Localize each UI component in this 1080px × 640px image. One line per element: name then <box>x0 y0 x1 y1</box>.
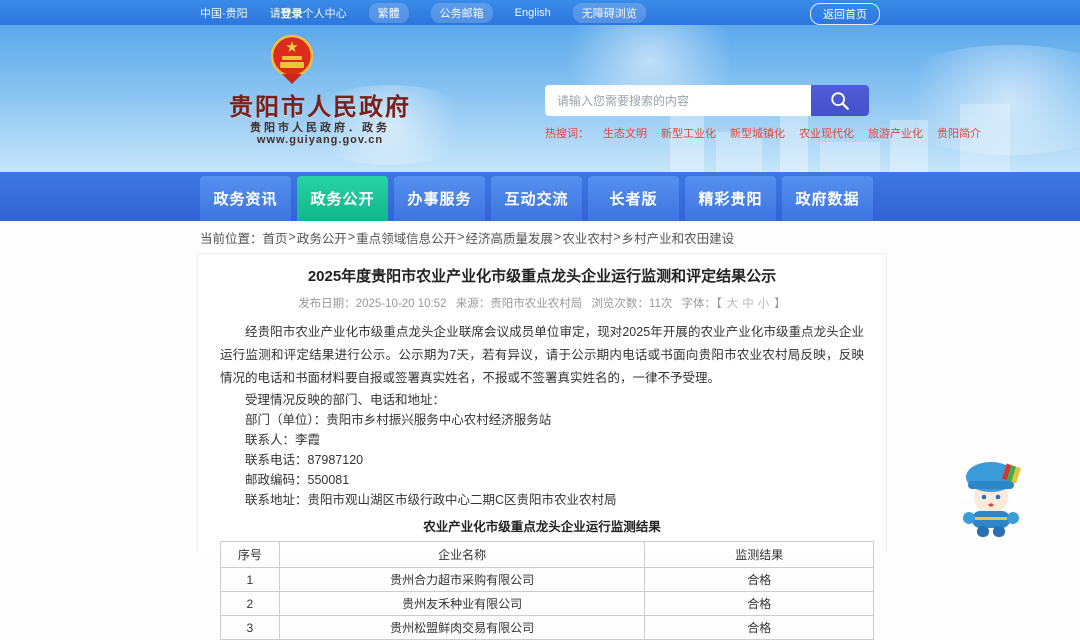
cell-serial: 3 <box>220 615 280 640</box>
cell-result: 合格 <box>644 567 874 592</box>
nav-tab-jingcai-guiyang[interactable]: 精彩贵阳 <box>685 176 776 221</box>
article-paragraph: 经贵阳市农业产业化市级重点龙头企业联席会议成员单位审定，现对2025年开展的农业… <box>220 325 864 385</box>
search-icon <box>831 91 849 110</box>
header-company-name: 企业名称 <box>278 541 646 568</box>
cell-serial: 1 <box>220 567 280 592</box>
contact-department-line: 部门（单位）：贵阳市乡村振兴服务中心农村经济服务站 <box>245 413 552 427</box>
link-traditional-chinese[interactable]: 繁體 <box>368 2 409 23</box>
article-body: 经贵阳市农业产业化市级重点龙头企业联席会议成员单位审定，现对2025年开展的农业… <box>220 321 874 640</box>
site-title: 贵阳市人民政府 <box>229 94 411 121</box>
monitoring-result-table: 序号 企业名称 监测结果 1 贵州合力超市采购有限公司 合格 2 贵州友禾种业有… <box>220 541 874 640</box>
postal-code-line: 邮政编码：550081 <box>245 473 350 487</box>
breadcrumb-zhengwu-gongkai[interactable]: 政务公开 <box>297 228 347 247</box>
back-to-home-button[interactable]: 返回首页 <box>810 3 880 25</box>
login-prefix: 请 <box>269 7 281 20</box>
link-china-guiyang[interactable]: 中国·贵阳 <box>200 5 248 21</box>
link-accessibility[interactable]: 无障碍浏览 <box>572 2 646 23</box>
font-size-large-button[interactable]: 大 <box>727 298 739 310</box>
breadcrumb-zhongdian-lingyu[interactable]: 重点领域信息公开 <box>356 228 456 247</box>
breadcrumb-separator: > <box>613 230 621 244</box>
contact-phone-line: 联系电话：87987120 <box>245 453 364 467</box>
national-emblem-icon: ★ <box>270 34 314 84</box>
search-input[interactable] <box>545 85 811 116</box>
breadcrumb-jingji-fazhan[interactable]: 经济高质量发展 <box>466 228 554 247</box>
cell-company: 贵州松盟鲜肉交易有限公司 <box>278 615 646 640</box>
hot-word[interactable]: 新型城镇化 <box>730 125 785 141</box>
breadcrumb-nongye-nongcun[interactable]: 农业农村 <box>562 228 612 247</box>
font-size-medium-button[interactable]: 中 <box>742 298 754 310</box>
cell-result: 合格 <box>644 615 874 640</box>
site-url: www.guiyang.gov.cn <box>256 134 384 146</box>
font-size-small-button[interactable]: 小 <box>758 298 770 310</box>
breadcrumb: 当前位置： 首页 > 政务公开 > 重点领域信息公开 > 经济高质量发展 > 农… <box>0 221 1080 253</box>
hot-word[interactable]: 旅游产业化 <box>868 125 923 141</box>
hot-word[interactable]: 农业现代化 <box>799 125 854 141</box>
breadcrumb-separator: > <box>288 230 296 244</box>
login-suffix: 个人中心 <box>302 7 347 20</box>
article-meta: 发布日期：2025-10-20 10:52 来源：贵阳市农业农村局 浏览次数：1… <box>220 295 864 311</box>
login-label[interactable]: 登录 <box>281 8 303 20</box>
link-english[interactable]: English <box>515 7 551 19</box>
font-size-label: 字体：【 <box>681 298 722 310</box>
breadcrumb-separator: > <box>554 230 562 244</box>
nav-tab-zhangzheban[interactable]: 长者版 <box>588 176 679 221</box>
table-row: 1 贵州合力超市采购有限公司 合格 <box>220 567 874 592</box>
contact-intro-line: 受理情况反映的部门、电话和地址： <box>245 393 446 407</box>
nav-tab-zhengwu-zixun[interactable]: 政务资讯 <box>200 176 291 221</box>
cell-company: 贵州友禾种业有限公司 <box>278 591 646 616</box>
mascot-assistant-icon[interactable] <box>952 453 1030 539</box>
header-serial-number: 序号 <box>220 541 280 568</box>
hot-search-row: 热搜词： 生态文明 新型工业化 新型城镇化 农业现代化 旅游产业化 贵阳简介 <box>545 125 981 141</box>
table-header-row: 序号 企业名称 监测结果 <box>220 541 874 568</box>
hot-word[interactable]: 贵阳简介 <box>937 125 981 141</box>
link-official-mail[interactable]: 公务邮箱 <box>430 2 493 23</box>
cell-serial: 2 <box>220 591 280 616</box>
breadcrumb-separator: > <box>347 230 356 244</box>
nav-tab-zhengwu-gongkai[interactable]: 政务公开 <box>297 176 388 221</box>
publish-date: 发布日期：2025-10-20 10:52 <box>298 298 447 310</box>
article-source: 来源：贵阳市农业农村局 <box>455 298 583 310</box>
header-banner: ★ 贵阳市人民政府 贵阳市人民政府．政务 www.guiyang.gov.cn … <box>0 25 1080 172</box>
table-caption: 农业产业化市级重点龙头企业运行监测结果 <box>423 520 661 534</box>
header-monitor-result: 监测结果 <box>644 541 874 568</box>
main-navigation: 政务资讯 政务公开 办事服务 互动交流 长者版 精彩贵阳 政府数据 <box>0 172 1080 221</box>
search-area: 热搜词： 生态文明 新型工业化 新型城镇化 农业现代化 旅游产业化 贵阳简介 <box>545 85 981 141</box>
link-login-personal-center[interactable]: 请登录个人中心 <box>270 5 347 21</box>
breadcrumb-home[interactable]: 首页 <box>263 228 288 247</box>
hot-word[interactable]: 生态文明 <box>603 125 647 141</box>
svg-text:★: ★ <box>285 39 298 56</box>
table-row: 3 贵州松盟鲜肉交易有限公司 合格 <box>220 615 874 640</box>
top-utility-bar: 中国·贵阳 请登录个人中心 繁體 公务邮箱 English 无障碍浏览 返回首页 <box>0 0 1080 25</box>
nav-tab-zhengfu-shuju[interactable]: 政府数据 <box>782 176 873 221</box>
contact-address-line: 联系地址：贵阳市观山湖区市级行政中心二期C区贵阳市农业农村局 <box>245 493 617 507</box>
contact-person-line: 联系人：李霞 <box>245 433 321 447</box>
table-row: 2 贵州友禾种业有限公司 合格 <box>220 591 874 616</box>
article-title: 2025年度贵阳市农业产业化市级重点龙头企业运行监测和评定结果公示 <box>307 268 777 285</box>
site-subtitle: 贵阳市人民政府．政务 <box>250 122 390 134</box>
hot-word[interactable]: 新型工业化 <box>661 125 716 141</box>
font-size-label-close: 】 <box>774 298 786 310</box>
nav-tab-banshi-fuwu[interactable]: 办事服务 <box>394 176 485 221</box>
breadcrumb-separator: > <box>457 230 465 244</box>
breadcrumb-xiangcun-chanye[interactable]: 乡村产业和农田建设 <box>622 228 735 247</box>
breadcrumb-label: 当前位置： <box>200 231 263 246</box>
cell-company: 贵州合力超市采购有限公司 <box>278 567 646 592</box>
nav-tab-hudong-jiaoliu[interactable]: 互动交流 <box>491 176 582 221</box>
article-card: 2025年度贵阳市农业产业化市级重点龙头企业运行监测和评定结果公示 发布日期：2… <box>197 253 887 640</box>
search-button[interactable] <box>811 85 869 116</box>
view-count: 浏览次数：11次 <box>591 298 673 310</box>
hot-search-label: 热搜词： <box>545 128 589 140</box>
cell-result: 合格 <box>644 591 874 616</box>
